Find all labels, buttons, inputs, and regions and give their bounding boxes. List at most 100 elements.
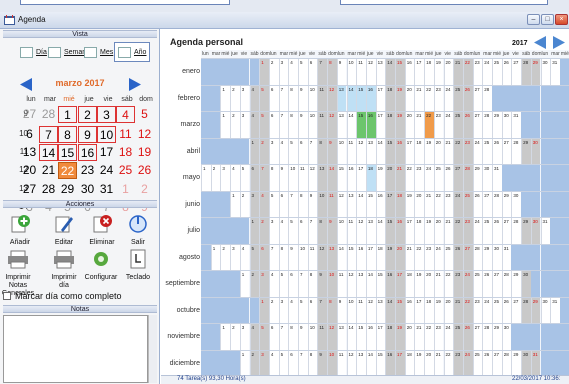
agenda-day-cell[interactable]: 24	[472, 218, 483, 246]
agenda-day-cell[interactable]: 2	[249, 271, 260, 299]
agenda-day-cell[interactable]: 16	[365, 112, 376, 140]
agenda-day-cell[interactable]: 2	[259, 218, 269, 246]
agenda-day-cell[interactable]: 17	[385, 191, 395, 220]
agenda-day-cell[interactable]: 21	[414, 324, 425, 352]
agenda-day-cell[interactable]: 25	[462, 191, 473, 220]
agenda-day-cell[interactable]: 14	[336, 244, 347, 273]
agenda-day-cell[interactable]: 9	[327, 138, 337, 167]
agenda-day-cell[interactable]: 8	[288, 112, 298, 140]
agenda-day-cell[interactable]: 19	[395, 85, 405, 114]
agenda-day-cell[interactable]: 3	[259, 271, 269, 299]
agenda-day-cell[interactable]: 10	[307, 112, 318, 140]
agenda-day-cell[interactable]: 21	[453, 297, 463, 326]
agenda-day-cell[interactable]: 10	[317, 191, 328, 220]
agenda-day-cell[interactable]: 8	[307, 271, 318, 299]
agenda-day-cell[interactable]: 17	[375, 324, 386, 352]
agenda-day-cell[interactable]: 3	[249, 191, 260, 220]
calendar-day[interactable]: 21	[39, 162, 58, 179]
calendar-day[interactable]: 16	[78, 144, 97, 161]
agenda-day-cell[interactable]: 8	[268, 165, 279, 193]
agenda-day-cell[interactable]: 10	[336, 218, 347, 246]
exit-button[interactable]: Salir	[120, 214, 156, 247]
agenda-day-cell[interactable]: 10	[307, 324, 318, 352]
agenda-day-cell[interactable]: 14	[365, 271, 376, 299]
agenda-day-cell[interactable]: 9	[336, 297, 347, 326]
agenda-day-cell[interactable]: 12	[317, 244, 328, 273]
agenda-day-cell[interactable]: 18	[395, 191, 405, 220]
agenda-day-cell[interactable]: 17	[404, 218, 415, 246]
view-year-button[interactable]: Año	[114, 42, 151, 62]
agenda-day-cell[interactable]: 13	[375, 59, 386, 87]
agenda-day-cell[interactable]: 8	[288, 324, 298, 352]
agenda-day-cell[interactable]: 30	[530, 218, 541, 246]
agenda-day-cell[interactable]: 27	[453, 165, 463, 193]
configure-button[interactable]: Configurar	[81, 249, 121, 282]
agenda-day-cell[interactable]: 26	[453, 244, 463, 273]
agenda-day-cell[interactable]: 18	[375, 244, 386, 273]
calendar-day[interactable]: 24	[97, 162, 116, 179]
calendar-day[interactable]: 11	[116, 126, 135, 143]
agenda-day-cell[interactable]: 20	[395, 244, 405, 273]
agenda-day-cell[interactable]: 25	[482, 138, 492, 167]
agenda-day-cell[interactable]: 28	[472, 244, 483, 273]
agenda-day-cell[interactable]: 17	[356, 165, 366, 193]
agenda-day-cell[interactable]: 18	[404, 271, 415, 299]
agenda-day-cell[interactable]: 8	[327, 59, 337, 87]
agenda-day-cell[interactable]: 11	[336, 271, 347, 299]
agenda-day-cell[interactable]: 21	[395, 165, 405, 193]
agenda-day-cell[interactable]: 26	[443, 165, 454, 193]
agenda-day-cell[interactable]: 3	[239, 324, 250, 352]
agenda-day-cell[interactable]: 18	[385, 85, 395, 114]
agenda-day-cell[interactable]: 8	[317, 218, 328, 246]
agenda-day-cell[interactable]: 4	[249, 85, 260, 114]
agenda-day-cell[interactable]: 21	[443, 218, 454, 246]
agenda-day-cell[interactable]: 27	[472, 112, 483, 140]
agenda-day-cell[interactable]: 4	[249, 324, 260, 352]
agenda-day-cell[interactable]: 3	[220, 165, 231, 193]
agenda-day-cell[interactable]: 9	[298, 112, 308, 140]
agenda-day-cell[interactable]: 18	[424, 297, 434, 326]
agenda-day-cell[interactable]: 6	[259, 244, 269, 273]
agenda-day-cell[interactable]: 5	[298, 297, 308, 326]
agenda-day-cell[interactable]: 24	[443, 85, 454, 114]
agenda-day-cell[interactable]: 8	[298, 191, 308, 220]
notes-textarea[interactable]	[3, 315, 148, 383]
agenda-day-cell[interactable]: 25	[433, 165, 444, 193]
agenda-day-cell[interactable]: 30	[501, 112, 512, 140]
agenda-day-cell[interactable]: 16	[346, 165, 357, 193]
agenda-day-cell[interactable]: 4	[278, 218, 289, 246]
agenda-day-cell[interactable]: 9	[278, 165, 289, 193]
agenda-day-cell[interactable]: 24	[433, 244, 444, 273]
agenda-day-cell[interactable]: 21	[453, 59, 463, 87]
agenda-day-cell[interactable]: 19	[385, 244, 395, 273]
agenda-day-cell[interactable]: 19	[433, 297, 444, 326]
agenda-day-cell[interactable]: 6	[307, 297, 318, 326]
agenda-day-cell[interactable]: 11	[317, 112, 328, 140]
calendar-day[interactable]: 10	[97, 126, 116, 143]
agenda-day-cell[interactable]: 14	[346, 324, 357, 352]
next-month-arrow-icon[interactable]	[128, 77, 143, 92]
agenda-day-cell[interactable]: 27	[511, 297, 522, 326]
calendar-day[interactable]: 15	[58, 144, 77, 161]
agenda-day-cell[interactable]: 29	[482, 244, 492, 273]
agenda-day-cell[interactable]: 9	[307, 191, 318, 220]
view-day-button[interactable]: Día	[20, 42, 47, 62]
agenda-day-cell[interactable]: 12	[336, 191, 347, 220]
agenda-day-cell[interactable]: 29	[492, 112, 502, 140]
agenda-day-cell[interactable]: 28	[501, 271, 512, 299]
agenda-day-cell[interactable]: 7	[278, 85, 289, 114]
agenda-day-cell[interactable]: 28	[462, 165, 473, 193]
agenda-day-cell[interactable]: 27	[501, 218, 512, 246]
agenda-day-cell[interactable]: 2	[230, 112, 240, 140]
agenda-day-cell[interactable]: 6	[278, 191, 289, 220]
agenda-day-cell[interactable]: 19	[424, 138, 434, 167]
agenda-day-cell[interactable]: 11	[327, 191, 337, 220]
agenda-day-cell[interactable]: 28	[521, 297, 531, 326]
agenda-day-cell[interactable]: 14	[327, 165, 337, 193]
agenda-day-cell[interactable]: 24	[443, 112, 454, 140]
agenda-day-cell[interactable]: 6	[249, 165, 260, 193]
agenda-day-cell[interactable]: 19	[375, 165, 386, 193]
agenda-day-cell[interactable]: 1	[249, 218, 260, 246]
calendar-day[interactable]: 29	[58, 181, 77, 198]
agenda-day-cell[interactable]: 13	[365, 218, 376, 246]
